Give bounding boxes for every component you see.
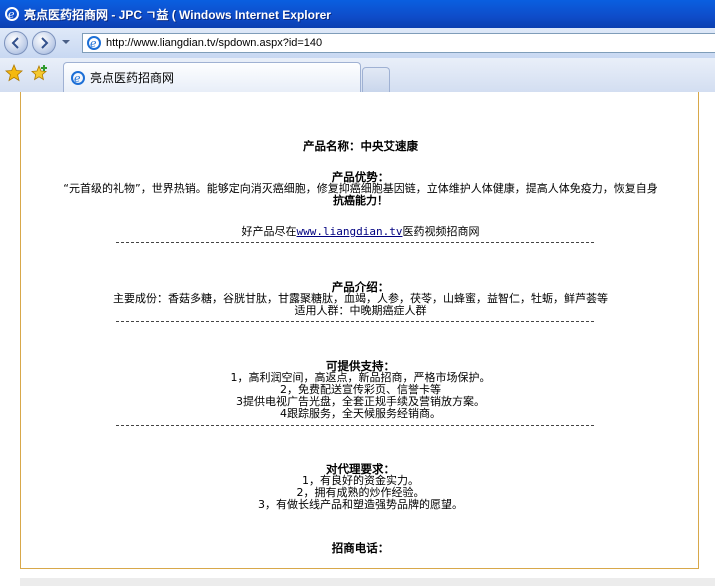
new-tab-button[interactable] [362, 67, 390, 92]
window-title: 亮点医药招商网 - JPC ㄱ益 ( Windows Internet Expl… [24, 7, 331, 22]
svg-text:e: e [8, 8, 15, 21]
promo-link[interactable]: www.liangdian.tv [297, 225, 403, 238]
promo-suffix: 医药视频招商网 [402, 225, 480, 238]
page-icon: e [87, 36, 101, 50]
support-item: 4跟踪服务，全天候服务经销商。 [280, 407, 441, 420]
add-favorites-icon[interactable] [31, 64, 49, 82]
tab-label: 亮点医药招商网 [90, 71, 175, 85]
svg-text:e: e [90, 37, 97, 50]
promo-line: 好产品尽在www.liangdian.tv医药视频招商网 [21, 226, 700, 238]
address-input[interactable]: e http://www.liangdian.tv/spdown.aspx?id… [82, 33, 715, 53]
tab-current[interactable]: e 亮点医药招商网 [63, 62, 361, 92]
advantage-block: 产品优势： “元首级的礼物”，世界热销。能够定向消灭癌细胞，修复抑癌细胞基因链，… [21, 171, 700, 207]
audience-text: 适用人群：中晚期癌症人群 [294, 304, 427, 317]
title-bar: e 亮点医药招商网 - JPC ㄱ益 ( Windows Internet Ex… [0, 0, 715, 28]
url-text: http://www.liangdian.tv/spdown.aspx?id=1… [106, 37, 323, 49]
forward-arrow-icon [41, 37, 49, 49]
agent-block: 对代理要求： 1，有良好的资金实力。 2，拥有成熟的炒作经验。 3，有做长线产品… [21, 463, 700, 511]
ie-icon: e [5, 7, 19, 21]
contact-block: 招商电话： [21, 542, 700, 555]
intro-block: 产品介绍： 主要成份：香菇多糖，谷胱甘肽，甘露聚糖肽，血竭，人参，茯苓，山蜂蜜，… [21, 281, 700, 317]
tab-ie-icon: e [71, 70, 85, 85]
contact-heading: 招商电话： [331, 541, 390, 555]
forward-button[interactable] [32, 31, 56, 55]
separator [116, 242, 594, 243]
agent-item: 3，有做长线产品和塑造强势品牌的愿望。 [258, 498, 463, 511]
separator [116, 321, 594, 322]
address-bar: e http://www.liangdian.tv/spdown.aspx?id… [0, 28, 715, 59]
back-button[interactable] [4, 31, 28, 55]
product-name: 产品名称：中央艾速康 [303, 139, 418, 153]
status-strip [20, 578, 715, 586]
support-block: 可提供支持： 1，高利润空间，高返点，新品招商，严格市场保护。 2，免费配送宣传… [21, 360, 700, 420]
advantage-text-2: 抗癌能力！ [333, 194, 388, 207]
product-name-block: 产品名称：中央艾速康 [21, 140, 700, 153]
page-content: 产品名称：中央艾速康 产品优势： “元首级的礼物”，世界热销。能够定向消灭癌细胞… [0, 92, 715, 586]
tab-bar: e 亮点医药招商网 [0, 58, 715, 93]
promo-prefix: 好产品尽在 [241, 225, 297, 238]
content-frame: 产品名称：中央艾速康 产品优势： “元首级的礼物”，世界热销。能够定向消灭癌细胞… [20, 92, 699, 569]
recent-pages-dropdown-icon[interactable] [62, 38, 70, 46]
svg-text:e: e [74, 72, 81, 85]
back-arrow-icon [11, 37, 19, 49]
star-icon[interactable] [5, 64, 23, 82]
separator [116, 425, 594, 426]
